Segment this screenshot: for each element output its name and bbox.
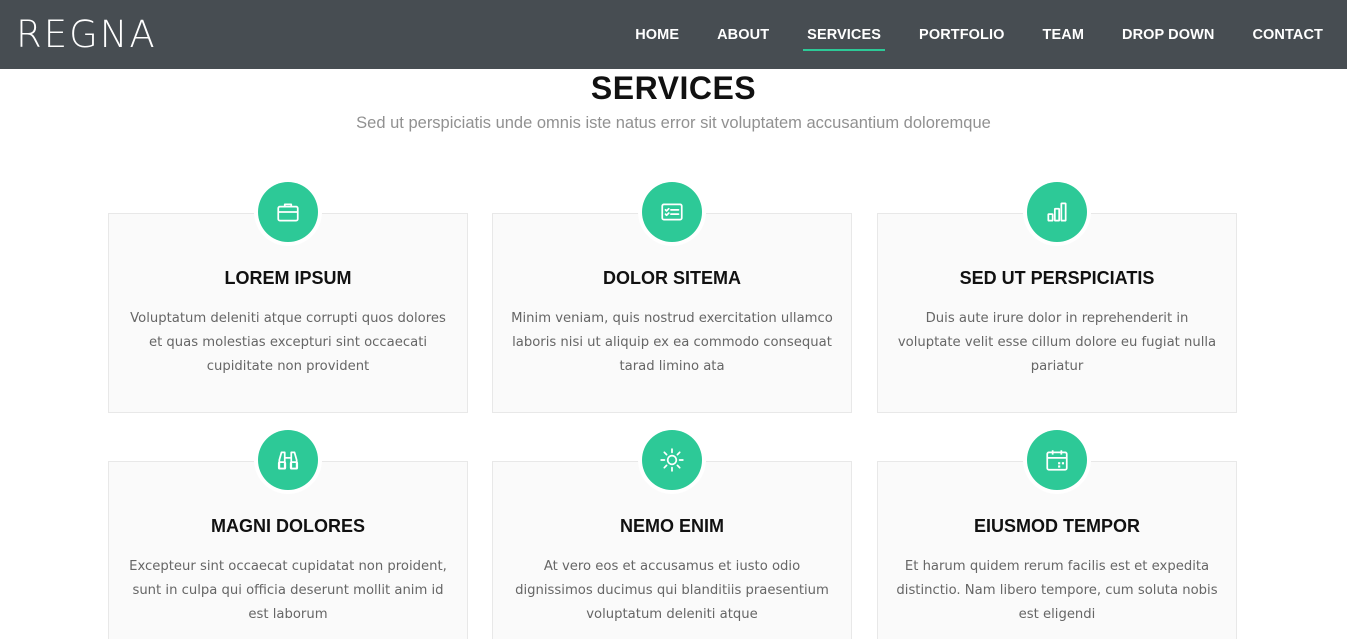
nav-services[interactable]: SERVICES <box>803 0 885 69</box>
service-description: Minim veniam, quis nostrud exercitation … <box>511 311 833 374</box>
service-description: Voluptatum deleniti atque corrupti quos … <box>130 311 446 374</box>
service-title[interactable]: LOREM IPSUM <box>109 266 467 290</box>
nav-about[interactable]: ABOUT <box>717 0 769 69</box>
nav-drop-down[interactable]: DROP DOWN <box>1122 0 1214 69</box>
service-description: Duis aute irure dolor in reprehenderit i… <box>897 311 1217 374</box>
service-title[interactable]: SED UT PERSPICIATIS <box>878 266 1236 290</box>
card-checklist-icon <box>642 182 702 242</box>
logo[interactable]: REGNA <box>16 16 157 53</box>
service-description: Et harum quidem rerum facilis est et exp… <box>896 559 1218 622</box>
binoculars-icon <box>258 430 318 490</box>
service-description: At vero eos et accusamus et iusto odio d… <box>515 559 829 622</box>
main-nav: HOME ABOUT SERVICES PORTFOLIO TEAM DROP … <box>597 0 1323 69</box>
service-title[interactable]: MAGNI DOLORES <box>109 514 467 538</box>
bar-chart-icon <box>1027 182 1087 242</box>
section-subtitle: Sed ut perspiciatis unde omnis iste natu… <box>356 114 991 132</box>
site-header: REGNA HOME ABOUT SERVICES PORTFOLIO TEAM… <box>0 0 1347 69</box>
calendar-icon <box>1027 430 1087 490</box>
service-card-sed-ut-perspiciatis: SED UT PERSPICIATIS Duis aute irure dolo… <box>877 213 1237 413</box>
sun-icon <box>642 430 702 490</box>
briefcase-icon <box>258 182 318 242</box>
nav-home[interactable]: HOME <box>635 0 679 69</box>
service-title[interactable]: NEMO ENIM <box>493 514 851 538</box>
service-title[interactable]: DOLOR SITEMA <box>493 266 851 290</box>
section-title: SERVICES <box>590 70 757 106</box>
nav-portfolio[interactable]: PORTFOLIO <box>919 0 1004 69</box>
service-card-dolor-sitema: DOLOR SITEMA Minim veniam, quis nostrud … <box>492 213 852 413</box>
nav-team[interactable]: TEAM <box>1043 0 1084 69</box>
nav-contact[interactable]: CONTACT <box>1252 0 1323 69</box>
service-card-lorem-ipsum: LOREM IPSUM Voluptatum deleniti atque co… <box>108 213 468 413</box>
service-description: Excepteur sint occaecat cupidatat non pr… <box>129 559 447 622</box>
service-title[interactable]: EIUSMOD TEMPOR <box>878 514 1236 538</box>
